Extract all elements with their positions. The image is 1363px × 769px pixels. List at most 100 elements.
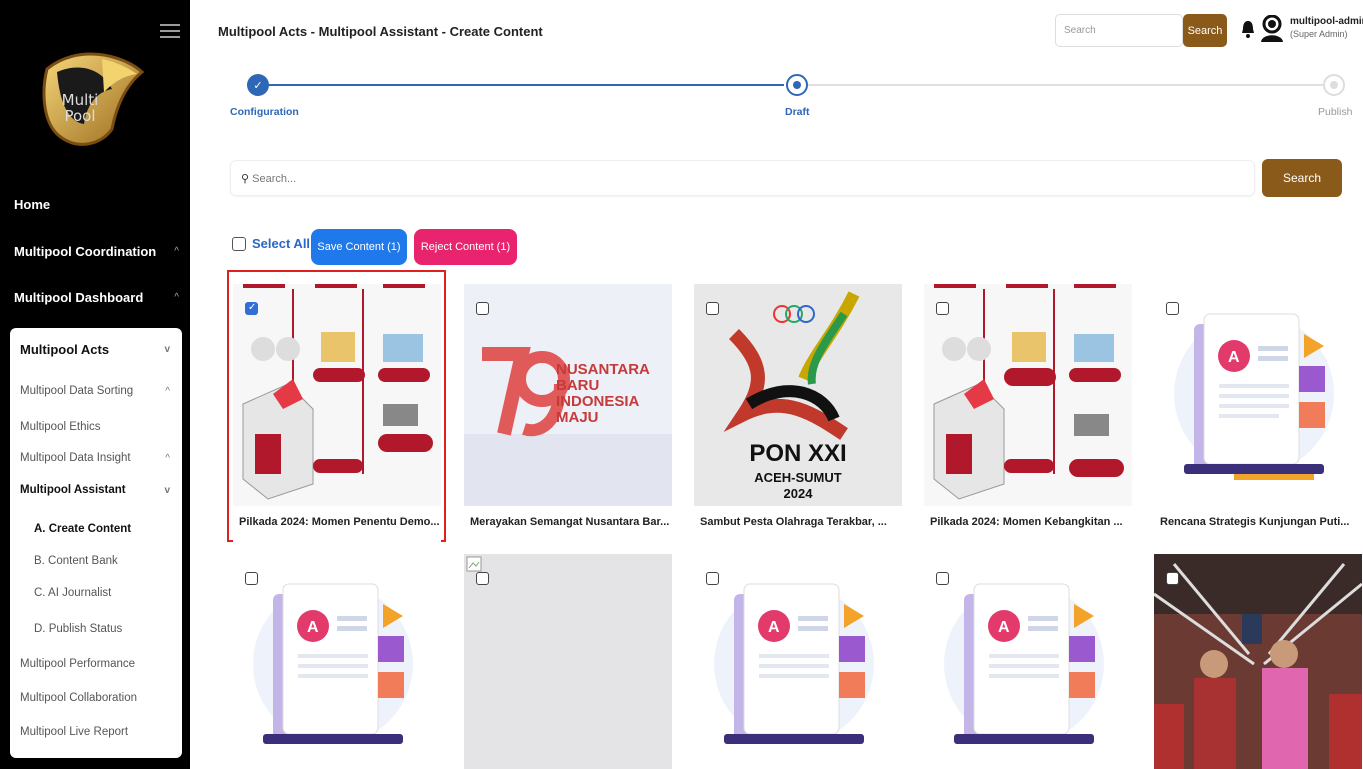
sidebar-item-label: Home	[14, 197, 51, 212]
pon-logo-subtitle: ACEH-SUMUT	[754, 470, 842, 485]
sidebar-item-collaboration[interactable]: Multipool Collaboration	[20, 692, 170, 704]
step-draft-indicator[interactable]	[786, 74, 808, 96]
logo-text: Multi Pool	[61, 91, 99, 125]
content-card[interactable]: A	[924, 554, 1132, 769]
card-thumbnail-broken[interactable]	[464, 554, 672, 769]
card-thumbnail[interactable]: PON XXI ACEH-SUMUT 2024	[694, 284, 902, 506]
pon-logo-title: PON XXI	[749, 440, 847, 467]
step-label-configuration: Configuration	[230, 106, 299, 118]
card-select-checkbox[interactable]	[1166, 572, 1179, 585]
card-select-checkbox[interactable]	[706, 572, 719, 585]
card-thumbnail[interactable]: A	[233, 554, 441, 769]
card-thumbnail[interactable]: NUSANTARA BARU INDONESIA MAJU	[464, 284, 672, 506]
sidebar-item-label: Multipool Assistant	[20, 484, 126, 496]
select-all-checkbox[interactable]: Select All	[232, 236, 310, 251]
sidebar-item-label: B. Content Bank	[34, 555, 118, 567]
card-thumbnail[interactable]: A	[924, 554, 1132, 769]
svg-text:A: A	[307, 619, 319, 636]
notification-bell-icon[interactable]	[1241, 20, 1255, 38]
content-search-button[interactable]: Search	[1262, 159, 1342, 197]
content-card[interactable]	[1154, 554, 1362, 769]
header-search-input[interactable]: Search	[1055, 14, 1183, 47]
card-select-checkbox[interactable]	[245, 572, 258, 585]
card-select-checkbox[interactable]	[936, 302, 949, 315]
content-card[interactable]: A Rencana Strategis Kunjungan Puti...	[1154, 284, 1362, 544]
card-thumbnail-photo[interactable]	[1154, 554, 1362, 769]
card-caption: Pilkada 2024: Momen Kebangkitan ...	[930, 516, 1123, 528]
content-card[interactable]: A	[694, 554, 902, 769]
user-name: multipool-admin	[1290, 16, 1363, 27]
svg-text:A: A	[1228, 349, 1240, 366]
chevron-down-icon: v	[164, 484, 170, 496]
svg-text:A: A	[998, 619, 1010, 636]
card-select-checkbox[interactable]	[476, 572, 489, 585]
search-placeholder: Search...	[252, 173, 297, 185]
step-configuration-check-icon[interactable]: ✓	[247, 74, 269, 96]
chevron-up-icon: ^	[165, 385, 170, 397]
sidebar-item-acts[interactable]: Multipool Acts v	[20, 342, 170, 357]
content-card[interactable]: A	[233, 554, 441, 769]
stepper-line-pending	[808, 84, 1323, 86]
sidebar-item-dashboard[interactable]: Multipool Dashboard ^	[14, 290, 179, 305]
sidebar-item-label: Multipool Coordination	[14, 244, 157, 259]
svg-text:A: A	[768, 619, 780, 636]
card-thumbnail[interactable]	[233, 284, 441, 506]
sidebar-subitem-content-bank[interactable]: B. Content Bank	[34, 555, 154, 567]
sidebar-item-label: Multipool Live Report	[20, 726, 129, 738]
content-card[interactable]	[464, 554, 672, 769]
card-thumbnail[interactable]	[924, 284, 1132, 506]
step-publish-indicator[interactable]	[1323, 74, 1345, 96]
header-search-button[interactable]: Search	[1183, 14, 1227, 47]
card-select-checkbox[interactable]	[1166, 302, 1179, 315]
content-card[interactable]: Pilkada 2024: Momen Kebangkitan ...	[924, 284, 1132, 544]
stepper-line-complete	[268, 84, 784, 86]
card-thumbnail[interactable]: A	[694, 554, 902, 769]
sidebar-item-label: Multipool Dashboard	[14, 290, 144, 305]
card-thumbnail[interactable]: A	[1154, 284, 1362, 506]
sidebar-item-label: Multipool Acts	[20, 342, 110, 357]
content-card[interactable]: Pilkada 2024: Momen Penentu Demo...	[233, 284, 441, 544]
sidebar-item-ethics[interactable]: Multipool Ethics	[20, 421, 170, 433]
broken-image-icon	[466, 556, 482, 572]
sidebar-item-label: D. Publish Status	[34, 623, 123, 635]
card-select-checkbox[interactable]	[476, 302, 489, 315]
chevron-up-icon: ^	[165, 452, 170, 464]
card-select-checkbox[interactable]	[706, 302, 719, 315]
content-card[interactable]: NUSANTARA BARU INDONESIA MAJU Merayakan …	[464, 284, 672, 544]
chevron-up-icon: ^	[174, 292, 179, 303]
reject-content-button[interactable]: Reject Content (1)	[414, 229, 517, 265]
sidebar-item-label: C. AI Journalist	[34, 587, 112, 599]
sidebar-subitem-ai-journalist[interactable]: C. AI Journalist	[34, 587, 154, 599]
sidebar-item-data-insight[interactable]: Multipool Data Insight ^	[20, 452, 170, 464]
sidebar-item-coordination[interactable]: Multipool Coordination ^	[14, 244, 179, 259]
sidebar-item-label: A. Create Content	[34, 523, 132, 535]
sidebar-item-assistant[interactable]: Multipool Assistant v	[20, 484, 170, 496]
select-all-label: Select All	[252, 236, 311, 251]
sidebar-item-data-sorting[interactable]: Multipool Data Sorting ^	[20, 385, 170, 397]
sidebar-subitem-publish-status[interactable]: D. Publish Status	[34, 623, 154, 635]
sidebar-item-label: Multipool Data Sorting	[20, 385, 134, 397]
select-all-box[interactable]	[232, 236, 246, 251]
content-search-input[interactable]: ⚲ Search...	[230, 160, 1255, 196]
sidebar-submenu-panel: Multipool Acts v Multipool Data Sorting ^ …	[10, 328, 182, 758]
sidebar-item-live-report[interactable]: Multipool Live Report	[20, 726, 170, 738]
sidebar-item-label: Multipool Performance	[20, 658, 136, 670]
sidebar: Multi Pool Home Multipool Coordination ^ …	[0, 0, 190, 769]
sidebar-subitem-create-content[interactable]: A. Create Content	[34, 523, 154, 535]
multipool-logo: Multi Pool	[42, 44, 147, 154]
card-select-checkbox[interactable]	[936, 572, 949, 585]
page-title: Multipool Acts - Multipool Assistant - C…	[218, 24, 543, 39]
sidebar-item-label: Multipool Collaboration	[20, 692, 137, 704]
save-content-button[interactable]: Save Content (1)	[311, 229, 407, 265]
sidebar-item-label: Multipool Ethics	[20, 421, 101, 433]
pon-logo-year: 2024	[783, 486, 813, 501]
sidebar-item-performance[interactable]: Multipool Performance	[20, 658, 170, 670]
search-icon: ⚲	[241, 173, 253, 185]
card-caption: Sambut Pesta Olahraga Terakbar, ...	[700, 516, 887, 528]
content-card[interactable]: PON XXI ACEH-SUMUT 2024 Sambut Pesta Ola…	[694, 284, 902, 544]
user-role: (Super Admin)	[1290, 29, 1348, 39]
menu-toggle-icon[interactable]	[160, 24, 180, 38]
user-avatar-icon[interactable]	[1260, 14, 1284, 43]
sidebar-item-home[interactable]: Home	[14, 197, 179, 212]
card-select-checkbox[interactable]	[245, 302, 258, 315]
